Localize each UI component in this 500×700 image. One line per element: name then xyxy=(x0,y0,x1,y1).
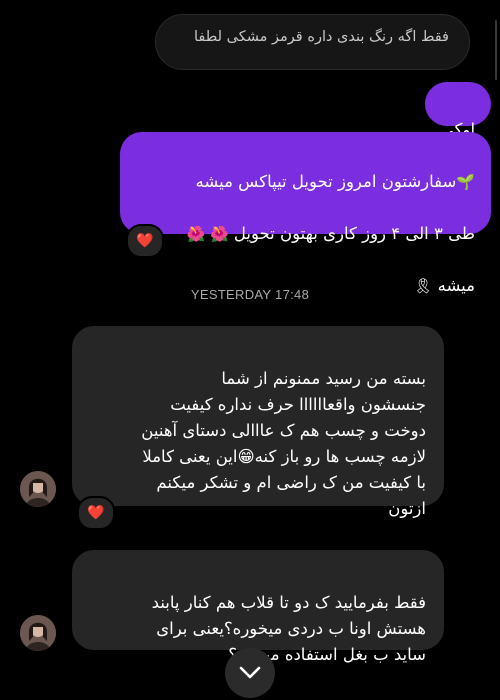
sender-avatar[interactable] xyxy=(20,471,56,507)
avatar-image xyxy=(20,615,56,651)
message-bubble-incoming-thanks[interactable]: بسته من رسید ممنونم از شما جنسشون واقعاا… xyxy=(72,326,444,518)
sender-avatar[interactable] xyxy=(20,615,56,651)
message-bubble-outgoing-oki[interactable]: اوکی xyxy=(425,82,491,139)
message-bubble-incoming-question[interactable]: فقط بفرمایید ک دو تا قلاب هم کنار پابند … xyxy=(72,550,444,664)
scroll-to-bottom-button[interactable] xyxy=(225,648,275,698)
heart-icon: ❤️ xyxy=(136,233,154,249)
reply-indicator-line xyxy=(495,20,497,80)
heart-icon: ❤️ xyxy=(87,505,105,521)
message-line-2: طی ۳ الی ۴ روز کاری بهتون تحویل 🌺 🌺 xyxy=(186,224,475,243)
message-line-1: 🌱سفارشتون امروز تحویل تیپاکس میشه xyxy=(195,172,475,191)
chat-screen: فقط اگه رنگ بندی داره قرمز مشکی لطفا اوک… xyxy=(0,0,500,700)
message-text: بسته من رسید ممنونم از شما جنسشون واقعاا… xyxy=(141,369,426,518)
message-bubble-outgoing-order[interactable]: 🌱سفارشتون امروز تحویل تیپاکس میشه طی ۳ ا… xyxy=(120,132,491,295)
quoted-reply[interactable]: فقط اگه رنگ بندی داره قرمز مشکی لطفا xyxy=(155,14,470,70)
quoted-reply-text: فقط اگه رنگ بندی داره قرمز مشکی لطفا xyxy=(193,29,449,45)
heart-reaction[interactable]: ❤️ xyxy=(126,224,164,258)
sprout-emoji: 🌱 xyxy=(456,173,475,191)
message-text: فقط بفرمایید ک دو تا قلاب هم کنار پابند … xyxy=(151,593,426,664)
date-divider: YESTERDAY 17:48 xyxy=(190,287,310,302)
avatar-image xyxy=(20,471,56,507)
heart-reaction[interactable]: ❤️ xyxy=(77,496,115,530)
chevron-down-icon xyxy=(239,666,261,679)
flower-emoji: 🌺 🌺 xyxy=(186,225,229,243)
